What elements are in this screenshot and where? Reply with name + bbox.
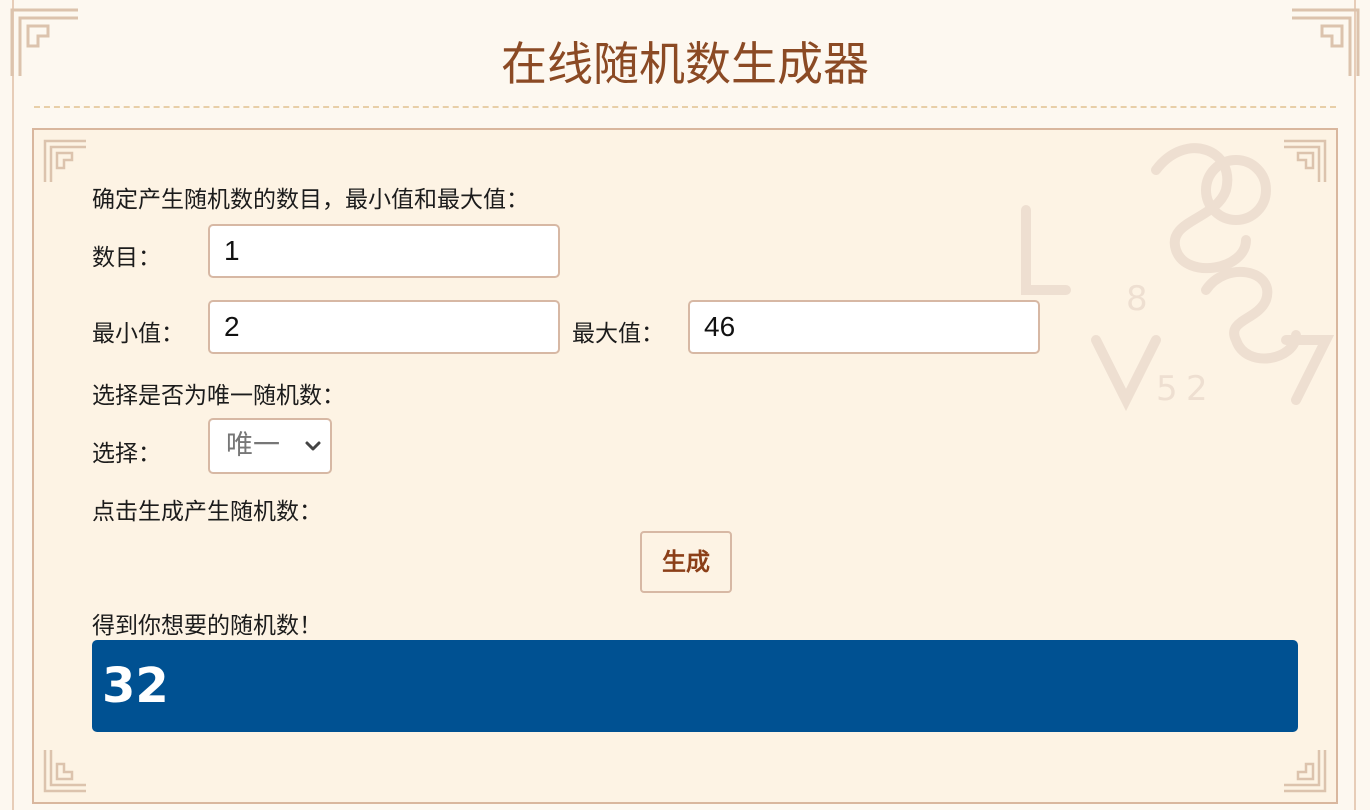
ornament-corner-icon (42, 748, 88, 794)
ornament-corner-icon (1282, 138, 1328, 184)
count-input[interactable]: 1 (208, 224, 560, 278)
ornament-corner-icon (1282, 748, 1328, 794)
page-title: 在线随机数生成器 (501, 37, 869, 91)
max-label: 最大值： (572, 321, 664, 347)
min-input[interactable]: 2 (208, 300, 560, 354)
title-divider (34, 106, 1336, 108)
result-label: 得到你想要的随机数！ (92, 613, 322, 639)
svg-text:8: 8 (1126, 279, 1148, 319)
min-label: 最小值： (92, 321, 184, 347)
unique-select[interactable]: 唯一 (208, 418, 332, 474)
unique-select-value: 唯一 (226, 430, 280, 461)
svg-text:5: 5 (1156, 369, 1178, 409)
max-input[interactable]: 46 (688, 300, 1040, 354)
svg-text:2: 2 (1186, 369, 1208, 409)
generate-prompt: 点击生成产生随机数： (92, 499, 322, 525)
result-display: 32 (92, 640, 1298, 732)
chevron-down-icon (305, 441, 321, 451)
generate-button[interactable]: 生成 (640, 531, 732, 593)
intro-text: 确定产生随机数的数目，最小值和最大值： (92, 187, 529, 213)
generator-panel: 852 确定产生随机数的数目，最小值和最大值： 数目： 1 最小值： 2 最大值… (32, 128, 1338, 804)
unique-prompt: 选择是否为唯一随机数： (92, 383, 345, 409)
select-label: 选择： (92, 441, 161, 467)
count-label: 数目： (92, 245, 161, 271)
ornament-corner-icon (42, 138, 88, 184)
